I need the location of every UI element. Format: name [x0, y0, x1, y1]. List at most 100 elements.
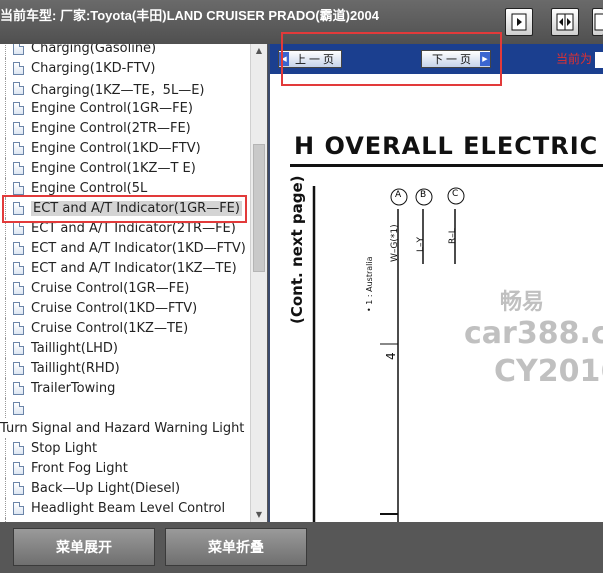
connector-b-letter: B: [420, 190, 427, 200]
document-icon: [13, 101, 24, 115]
tree-item-label: Engine Control(1GR—FE): [31, 100, 193, 116]
bottom-bar: 菜单展开 菜单折叠: [0, 522, 603, 573]
tree-item-label: Engine Control(1KZ—T E): [31, 160, 196, 176]
tree-item-label: Taillight(RHD): [31, 360, 120, 376]
tree-item-label: Front Fog Light: [31, 460, 128, 476]
tree-guide-line: [5, 278, 6, 298]
nav-highlight-box: [281, 32, 502, 86]
tree-item-label: ECT and A/T Indicator(1KZ—TE): [31, 260, 237, 276]
selection-highlight-box: [2, 195, 247, 223]
tree-item[interactable]: ECT and A/T Indicator(1KZ—TE): [5, 258, 237, 278]
document-icon: [13, 461, 24, 475]
document-icon: [13, 301, 24, 315]
document-icon: [13, 121, 24, 135]
tree-item[interactable]: Cruise Control(1KZ—TE): [5, 318, 189, 338]
tree-item-label: Headlight Beam Level Control: [31, 500, 226, 516]
tree-guide-line: [5, 98, 6, 118]
document-icon: [13, 401, 24, 415]
page-fit-icon: [594, 13, 603, 31]
tree-item[interactable]: [5, 398, 31, 418]
document-viewer: ◀ 上一页 下一页 ▶ 当前为 H OVERALL ELECTRIC (Cont…: [268, 44, 603, 522]
tree-item-label: Charging(Gasoline): [31, 44, 157, 56]
document-icon: [13, 241, 24, 255]
tree-item[interactable]: Turn Signal and Hazard Warning Light: [0, 418, 244, 438]
tree-item-label: Engine Control(5L: [31, 180, 148, 196]
tree-item[interactable]: Back—Up Light(Diesel): [5, 478, 181, 498]
tree-item-label: Taillight(LHD): [31, 340, 118, 356]
menu-tree: Charging(Gasoline) Charging(1KD-FTV) Charg…: [0, 44, 250, 522]
tree-item[interactable]: Charging(1KZ—TE，5L—E): [5, 78, 205, 98]
tree-guide-line: [5, 378, 6, 398]
document-icon: [13, 381, 24, 395]
document-icon: [13, 221, 24, 235]
single-page-view-button[interactable]: [505, 8, 533, 36]
pin-number: 4: [384, 352, 398, 360]
tree-item[interactable]: Cruise Control(1GR—FE): [5, 278, 190, 298]
tree-guide-line: [5, 118, 6, 138]
tree-item[interactable]: Cruise Control(1KD—FTV): [5, 298, 198, 318]
document-icon: [13, 501, 24, 515]
expand-menu-button[interactable]: 菜单展开: [13, 528, 155, 566]
document-icon: [13, 361, 24, 375]
connector-c-letter: C: [452, 189, 459, 199]
wiring-diagram: [312, 186, 465, 522]
tree-item-label: Cruise Control(1GR—FE): [31, 280, 190, 296]
tree-item-label: Charging(1KD-FTV): [31, 60, 156, 76]
scroll-down-arrow-icon[interactable]: ▼: [251, 508, 267, 522]
document-icon: [13, 481, 24, 495]
tree-item-label: Engine Control(2TR—FE): [31, 120, 191, 136]
tree-item[interactable]: Taillight(LHD): [5, 338, 118, 358]
document-icon: [13, 261, 24, 275]
tree-item-label: Back—Up Light(Diesel): [31, 480, 181, 496]
collapse-menu-button[interactable]: 菜单折叠: [165, 528, 307, 566]
tree-item[interactable]: Stop Light: [5, 438, 98, 458]
tree-guide-line: [5, 58, 6, 78]
tree-guide-line: [5, 498, 6, 518]
tree-guide-line: [5, 358, 6, 378]
tree-item[interactable]: TrailerTowing: [5, 378, 115, 398]
tree-item-label: ECT and A/T Indicator(1KD—FTV): [31, 240, 246, 256]
tree-guide-line: [5, 298, 6, 318]
tree-guide-line: [5, 318, 6, 338]
tree-item[interactable]: Front Fog Light: [5, 458, 128, 478]
tree-item-label: Turn Signal and Hazard Warning Light: [0, 420, 245, 436]
tree-item-label: Stop Light: [31, 440, 98, 456]
document-icon: [13, 441, 24, 455]
page-arrows-both-icon: [556, 13, 574, 31]
tree-guide-line: [5, 258, 6, 278]
tree-guide-line: [5, 158, 6, 178]
fit-page-button[interactable]: [592, 8, 603, 36]
scrollbar-thumb[interactable]: [253, 144, 265, 272]
watermark-line-1: 畅易: [500, 290, 545, 315]
scroll-up-arrow-icon[interactable]: ▲: [251, 44, 267, 58]
tree-item[interactable]: Headlight Beam Level Control: [5, 498, 226, 518]
tree-guide-line: [5, 338, 6, 358]
tree-guide-line: [5, 138, 6, 158]
tree-item-label: Charging(1KZ—TE，5L—E): [31, 82, 205, 98]
tree-item[interactable]: Engine Control(1KD—FTV): [5, 138, 201, 158]
tree-guide-line: [5, 478, 6, 498]
document-icon: [13, 181, 24, 195]
tree-item[interactable]: Charging(1KD-FTV): [5, 58, 156, 78]
tree-guide-line: [5, 44, 6, 58]
wire-label-c: R–L: [448, 228, 458, 244]
tree-item[interactable]: Engine Control(1KZ—T E): [5, 158, 196, 178]
document-icon: [13, 61, 24, 75]
tree-item[interactable]: Engine Control(1GR—FE): [5, 98, 193, 118]
document-icon: [13, 281, 24, 295]
tree-scrollbar[interactable]: ▲ ▼: [250, 44, 267, 522]
watermark-line-2: car388.co: [464, 316, 603, 351]
watermark-line-3: CY2016: [494, 354, 603, 389]
tree-item[interactable]: ECT and A/T Indicator(1KD—FTV): [5, 238, 246, 258]
tree-item[interactable]: Engine Control(2TR—FE): [5, 118, 191, 138]
tree-item[interactable]: Taillight(RHD): [5, 358, 120, 378]
tree-item[interactable]: Charging(Gasoline): [5, 44, 157, 58]
document-icon: [13, 81, 24, 95]
wire-label-a: W–G(*1): [390, 224, 400, 262]
tree-item-label: Cruise Control(1KZ—TE): [31, 320, 189, 336]
vehicle-title: 当前车型: 厂家:Toyota(丰田)LAND CRUISER PRADO(霸道…: [0, 8, 379, 23]
tree-guide-line: [5, 398, 6, 418]
tree-item-label: Cruise Control(1KD—FTV): [31, 300, 198, 316]
connector-a-letter: A: [395, 190, 402, 200]
double-page-view-button[interactable]: [551, 8, 579, 36]
